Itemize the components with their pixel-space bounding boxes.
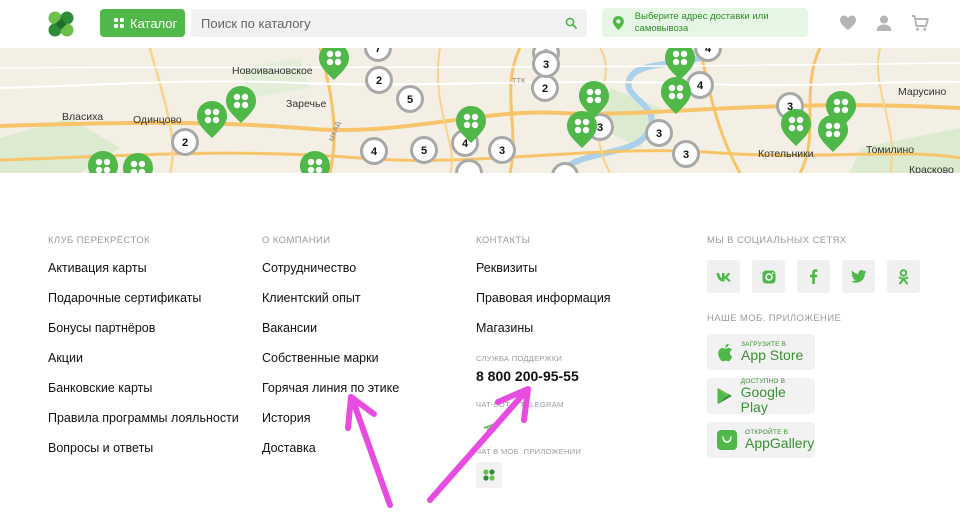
cluster-count: 7 bbox=[375, 48, 381, 55]
cluster-count: 2 bbox=[542, 83, 548, 95]
app-chat-button[interactable] bbox=[476, 462, 502, 488]
link-own-brands[interactable]: Собственные марки bbox=[262, 350, 399, 380]
link-bank-cards[interactable]: Банковские карты bbox=[48, 380, 239, 410]
vk-button[interactable] bbox=[707, 260, 740, 293]
cluster-count: 4 bbox=[705, 48, 712, 55]
link-delivery[interactable]: Доставка bbox=[262, 440, 399, 470]
cluster-count: 3 bbox=[543, 59, 549, 71]
facebook-icon bbox=[810, 269, 818, 284]
perekrestok-logo-icon[interactable] bbox=[46, 9, 76, 39]
app-gallery-button[interactable]: Откройте в AppGallery bbox=[707, 422, 815, 458]
cluster-count: 3 bbox=[597, 122, 603, 134]
link-ethics-hotline[interactable]: Горячая линия по этике bbox=[262, 380, 399, 410]
app-chat-title: ЧАТ В МОБ. ПРИЛОЖЕНИИ bbox=[476, 447, 582, 456]
link-loyalty-rules[interactable]: Правила программы лояльности bbox=[48, 410, 239, 440]
instagram-icon bbox=[762, 270, 775, 283]
grid-icon bbox=[114, 18, 124, 28]
vk-icon bbox=[716, 272, 731, 281]
cluster-count: 2 bbox=[182, 137, 188, 149]
cluster-count: 3 bbox=[499, 145, 505, 157]
company-title: О КОМПАНИИ bbox=[262, 235, 331, 246]
instagram-button[interactable] bbox=[752, 260, 785, 293]
odnoklassniki-icon bbox=[898, 268, 909, 284]
cluster-count: 4 bbox=[371, 146, 378, 158]
link-vacancies[interactable]: Вакансии bbox=[262, 320, 399, 350]
social-title: МЫ В СОЦИАЛЬНЫХ СЕТЯХ bbox=[707, 235, 847, 246]
support-phone[interactable]: 8 800 200-95-55 bbox=[476, 368, 611, 384]
stores-map[interactable]: Новоивановское Заречье Власиха Одинцово … bbox=[0, 48, 960, 173]
catalog-label: Каталог bbox=[130, 15, 178, 31]
address-label: Выберите адрес доставки или самовывоза bbox=[634, 10, 769, 34]
delivery-address-button[interactable]: Выберите адрес доставки или самовывоза bbox=[602, 8, 808, 37]
twitter-button[interactable] bbox=[842, 260, 875, 293]
link-stores[interactable]: Магазины bbox=[476, 320, 611, 350]
link-customer-experience[interactable]: Клиентский опыт bbox=[262, 290, 399, 320]
google-play-button[interactable]: Доступно в Google Play bbox=[707, 378, 815, 414]
search-icon[interactable] bbox=[565, 17, 577, 29]
link-history[interactable]: История bbox=[262, 410, 399, 440]
footer-contacts-column: КОНТАКТЫ Реквизиты Правовая информация М… bbox=[476, 235, 611, 488]
app-gallery-big: AppGallery bbox=[745, 435, 815, 451]
link-faq[interactable]: Вопросы и ответы bbox=[48, 440, 239, 470]
header: Каталог Выберите адрес доставки или само… bbox=[0, 0, 960, 48]
odnoklassniki-button[interactable] bbox=[887, 260, 920, 293]
perekrestok-chat-icon bbox=[483, 469, 495, 481]
support-title: СЛУЖБА ПОДДЕРЖКИ bbox=[476, 354, 563, 363]
club-title: КЛУБ ПЕРЕКРЁСТОК bbox=[48, 235, 150, 246]
link-partner-bonuses[interactable]: Бонусы партнёров bbox=[48, 320, 239, 350]
cluster-count: 4 bbox=[697, 80, 704, 92]
cluster-count: 3 bbox=[656, 128, 662, 140]
link-gift-certificates[interactable]: Подарочные сертификаты bbox=[48, 290, 239, 320]
footer-club-column: КЛУБ ПЕРЕКРЁСТОК Активация карты Подароч… bbox=[48, 235, 239, 470]
apple-icon bbox=[718, 343, 733, 361]
telegram-bot-button[interactable] bbox=[476, 415, 502, 441]
app-title: НАШЕ МОБ. ПРИЛОЖЕНИЕ bbox=[707, 313, 842, 324]
telegram-bot-title: ЧАТ-БОТ В TELEGRAM bbox=[476, 400, 564, 409]
search-bar bbox=[191, 9, 587, 37]
app-store-button[interactable]: Загрузите в App Store bbox=[707, 334, 815, 370]
location-pin-icon bbox=[612, 15, 624, 30]
footer-company-column: О КОМПАНИИ Сотрудничество Клиентский опы… bbox=[262, 235, 399, 470]
footer-social-column: МЫ В СОЦИАЛЬНЫХ СЕТЯХ НАШЕ МОБ. ПРИЛОЖЕН… bbox=[707, 235, 920, 466]
user-profile-icon[interactable] bbox=[875, 14, 893, 32]
footer: КЛУБ ПЕРЕКРЁСТОК Активация карты Подароч… bbox=[0, 173, 960, 525]
facebook-button[interactable] bbox=[797, 260, 830, 293]
social-icons-row bbox=[707, 260, 920, 293]
catalog-button[interactable]: Каталог bbox=[100, 9, 185, 37]
twitter-icon bbox=[850, 270, 866, 283]
google-play-icon bbox=[717, 388, 732, 404]
link-cooperation[interactable]: Сотрудничество bbox=[262, 260, 399, 290]
telegram-icon bbox=[483, 423, 495, 433]
google-play-big: Google Play bbox=[740, 383, 786, 415]
cart-icon[interactable] bbox=[911, 14, 929, 32]
cluster-count: 5 bbox=[421, 145, 427, 157]
link-card-activation[interactable]: Активация карты bbox=[48, 260, 239, 290]
link-legal-info[interactable]: Правовая информация bbox=[476, 290, 611, 320]
link-requisites[interactable]: Реквизиты bbox=[476, 260, 611, 290]
search-input[interactable] bbox=[191, 15, 551, 31]
link-promotions[interactable]: Акции bbox=[48, 350, 239, 380]
favorites-heart-icon[interactable] bbox=[839, 14, 857, 32]
cluster-count: 2 bbox=[376, 75, 382, 87]
cluster-count: 5 bbox=[407, 94, 413, 106]
contacts-title: КОНТАКТЫ bbox=[476, 235, 531, 246]
cluster-count: 3 bbox=[683, 149, 689, 161]
huawei-appgallery-icon bbox=[717, 430, 737, 450]
app-store-big: App Store bbox=[741, 347, 804, 363]
map-markers: 7 3 2 5 2 4 5 4 3 3 3 3 4 3 3 2 4 bbox=[88, 48, 856, 173]
